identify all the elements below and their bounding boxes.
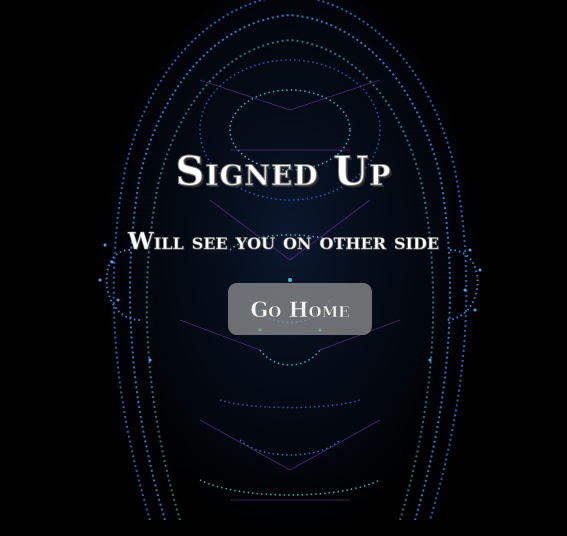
page-title: Signed Up [175,148,392,196]
signup-success-screen: Signed Up Will see you on other side Go … [0,0,567,536]
go-home-button[interactable]: Go Home [228,283,372,335]
message-panel: Signed Up Will see you on other side Go … [0,0,567,536]
page-subtitle: Will see you on other side [127,228,440,256]
